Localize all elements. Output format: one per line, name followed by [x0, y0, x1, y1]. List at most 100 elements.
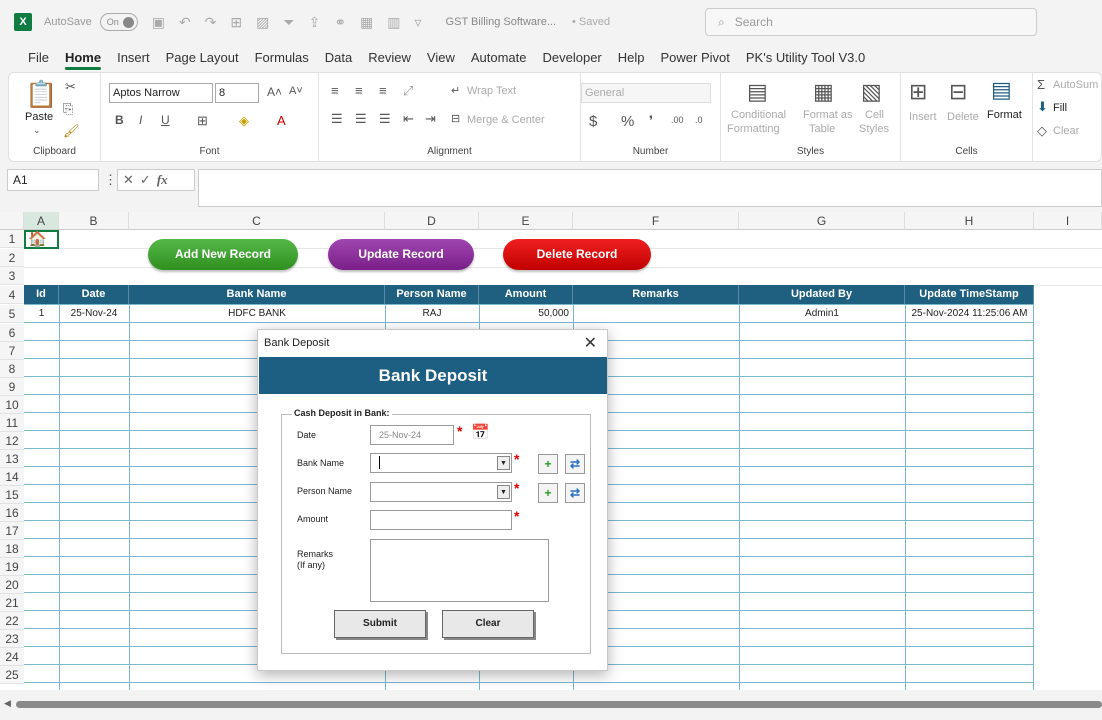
close-icon[interactable]: ✕ [584, 333, 597, 353]
menu-formulas[interactable]: Formulas [247, 44, 317, 72]
menu-power-pivot[interactable]: Power Pivot [653, 44, 738, 72]
cut-icon[interactable]: ✂ [65, 79, 76, 95]
share-icon[interactable]: ⇪ [309, 14, 321, 31]
cell-updated-by[interactable]: Admin1 [739, 305, 905, 323]
increase-decimal-icon[interactable]: .00 [671, 115, 684, 125]
format-painter-icon[interactable]: 🖌 [63, 123, 80, 139]
font-color-icon[interactable]: A [277, 113, 286, 128]
save-icon[interactable]: ▣ [152, 14, 165, 31]
font-size-select[interactable]: 8 [215, 83, 259, 103]
format-cells-button[interactable]: Format [987, 109, 1022, 121]
align-bottom-icon[interactable]: ≡ [379, 83, 387, 98]
update-record-button[interactable]: Update Record [328, 239, 474, 270]
clear-button[interactable]: Clear [442, 610, 534, 638]
column-header-f[interactable]: F [573, 212, 739, 230]
row-header[interactable]: 8 [0, 360, 24, 378]
format-as-table-icon[interactable]: ▦ [813, 79, 834, 105]
menu-insert[interactable]: Insert [109, 44, 158, 72]
row-header[interactable]: 15 [0, 486, 24, 504]
name-box[interactable]: A1 [7, 169, 99, 191]
chevron-down-icon[interactable]: ⌄ [33, 125, 41, 136]
percent-icon[interactable]: % [621, 113, 634, 130]
formula-input[interactable] [198, 169, 1102, 207]
row-header[interactable]: 9 [0, 378, 24, 396]
menu-data[interactable]: Data [317, 44, 360, 72]
format-cells-icon[interactable]: ▤ [991, 77, 1012, 103]
submit-button[interactable]: Submit [334, 610, 426, 638]
cancel-icon[interactable]: ✕ [123, 172, 134, 188]
menu-home[interactable]: Home [57, 44, 109, 72]
cell-id[interactable]: 1 [24, 305, 59, 323]
delete-cells-icon[interactable]: ⊟ [949, 79, 967, 105]
conditional-formatting-icon[interactable]: ▤ [747, 79, 768, 105]
column-header-b[interactable]: B [59, 212, 129, 230]
cell-styles-line2[interactable]: Styles [859, 123, 889, 135]
cell-remarks[interactable] [573, 305, 739, 323]
cell-styles-icon[interactable]: ▧ [861, 79, 882, 105]
borders-icon[interactable]: ⊞ [197, 113, 208, 129]
column-header-h[interactable]: H [905, 212, 1034, 230]
cell-person-name[interactable]: RAJ [385, 305, 479, 323]
row-header[interactable]: 4 [0, 286, 24, 304]
delete-cells-button[interactable]: Delete [947, 111, 979, 123]
cell-amount[interactable]: 50,000 [479, 305, 569, 323]
paste-icon[interactable]: 📋 [25, 79, 57, 110]
increase-indent-icon[interactable]: ⇥ [425, 111, 436, 127]
chevron-down-icon[interactable]: ▼ [497, 485, 510, 499]
saved-status[interactable]: • Saved [572, 16, 610, 28]
menu-utility-tool[interactable]: PK's Utility Tool V3.0 [738, 44, 873, 72]
menu-file[interactable]: File [20, 44, 57, 72]
decrease-decimal-icon[interactable]: .0 [695, 115, 703, 125]
paste-button[interactable]: Paste [25, 111, 53, 123]
row-header[interactable]: 24 [0, 648, 24, 666]
delete-record-button[interactable]: Delete Record [503, 239, 651, 270]
conditional-formatting-line2[interactable]: Formatting [727, 123, 780, 135]
row-header[interactable]: 5 [0, 305, 24, 323]
underline-icon[interactable]: U [161, 113, 170, 127]
align-right-icon[interactable]: ☰ [379, 111, 391, 127]
cell-date[interactable]: 25-Nov-24 [59, 305, 129, 323]
row-header[interactable]: 12 [0, 432, 24, 450]
row-header[interactable]: 6 [0, 324, 24, 342]
row-header[interactable]: 13 [0, 450, 24, 468]
eraser-icon[interactable]: ◇ [1037, 123, 1047, 139]
grid-icon[interactable]: ▦ [360, 14, 373, 31]
row-header[interactable]: 25 [0, 666, 24, 684]
wrap-text-button[interactable]: Wrap Text [467, 85, 516, 97]
autosave-toggle[interactable]: On [99, 13, 138, 31]
more-options-icon[interactable]: ⋮ [104, 172, 117, 188]
align-center-icon[interactable]: ☰ [355, 111, 367, 127]
chevron-down-icon[interactable]: ▼ [497, 456, 510, 470]
row-header[interactable]: 14 [0, 468, 24, 486]
person-name-select[interactable]: ▼ [370, 482, 512, 502]
row-header[interactable]: 18 [0, 540, 24, 558]
menu-view[interactable]: View [419, 44, 463, 72]
increase-font-icon[interactable]: A˄ [267, 85, 282, 99]
insert-cells-button[interactable]: Insert [909, 111, 937, 123]
row-header[interactable]: 11 [0, 414, 24, 432]
autosum-button[interactable]: AutoSum [1053, 79, 1098, 91]
document-title[interactable]: GST Billing Software... [446, 16, 556, 28]
table-icon[interactable]: ▥ [387, 14, 400, 31]
calendar-icon[interactable]: 📅 [471, 423, 490, 441]
add-new-record-button[interactable]: Add New Record [148, 239, 298, 270]
date-input[interactable]: 25-Nov-24 [370, 425, 454, 445]
row-header[interactable]: 1 [0, 230, 24, 248]
row-header[interactable]: 16 [0, 504, 24, 522]
filter-icon[interactable]: ⏷ [283, 14, 294, 31]
menu-automate[interactable]: Automate [463, 44, 535, 72]
borders-icon[interactable]: ⊞ [230, 14, 242, 31]
row-header[interactable]: 23 [0, 630, 24, 648]
row-header[interactable]: 3 [0, 267, 24, 285]
home-icon[interactable]: 🏠 [28, 230, 47, 248]
align-top-icon[interactable]: ≡ [331, 83, 339, 98]
search-input[interactable]: ⌕ Search [705, 8, 1037, 36]
row-header[interactable]: 22 [0, 612, 24, 630]
comma-style-icon[interactable]: ❜ [649, 113, 653, 129]
currency-icon[interactable]: $ [589, 113, 597, 130]
fill-icon[interactable]: ⬇ [1037, 99, 1048, 115]
link-icon[interactable]: ⚭ [334, 14, 346, 31]
bank-name-select[interactable]: ▼ [370, 453, 512, 473]
add-person-button[interactable]: + [538, 483, 558, 503]
align-middle-icon[interactable]: ≡ [355, 83, 363, 98]
